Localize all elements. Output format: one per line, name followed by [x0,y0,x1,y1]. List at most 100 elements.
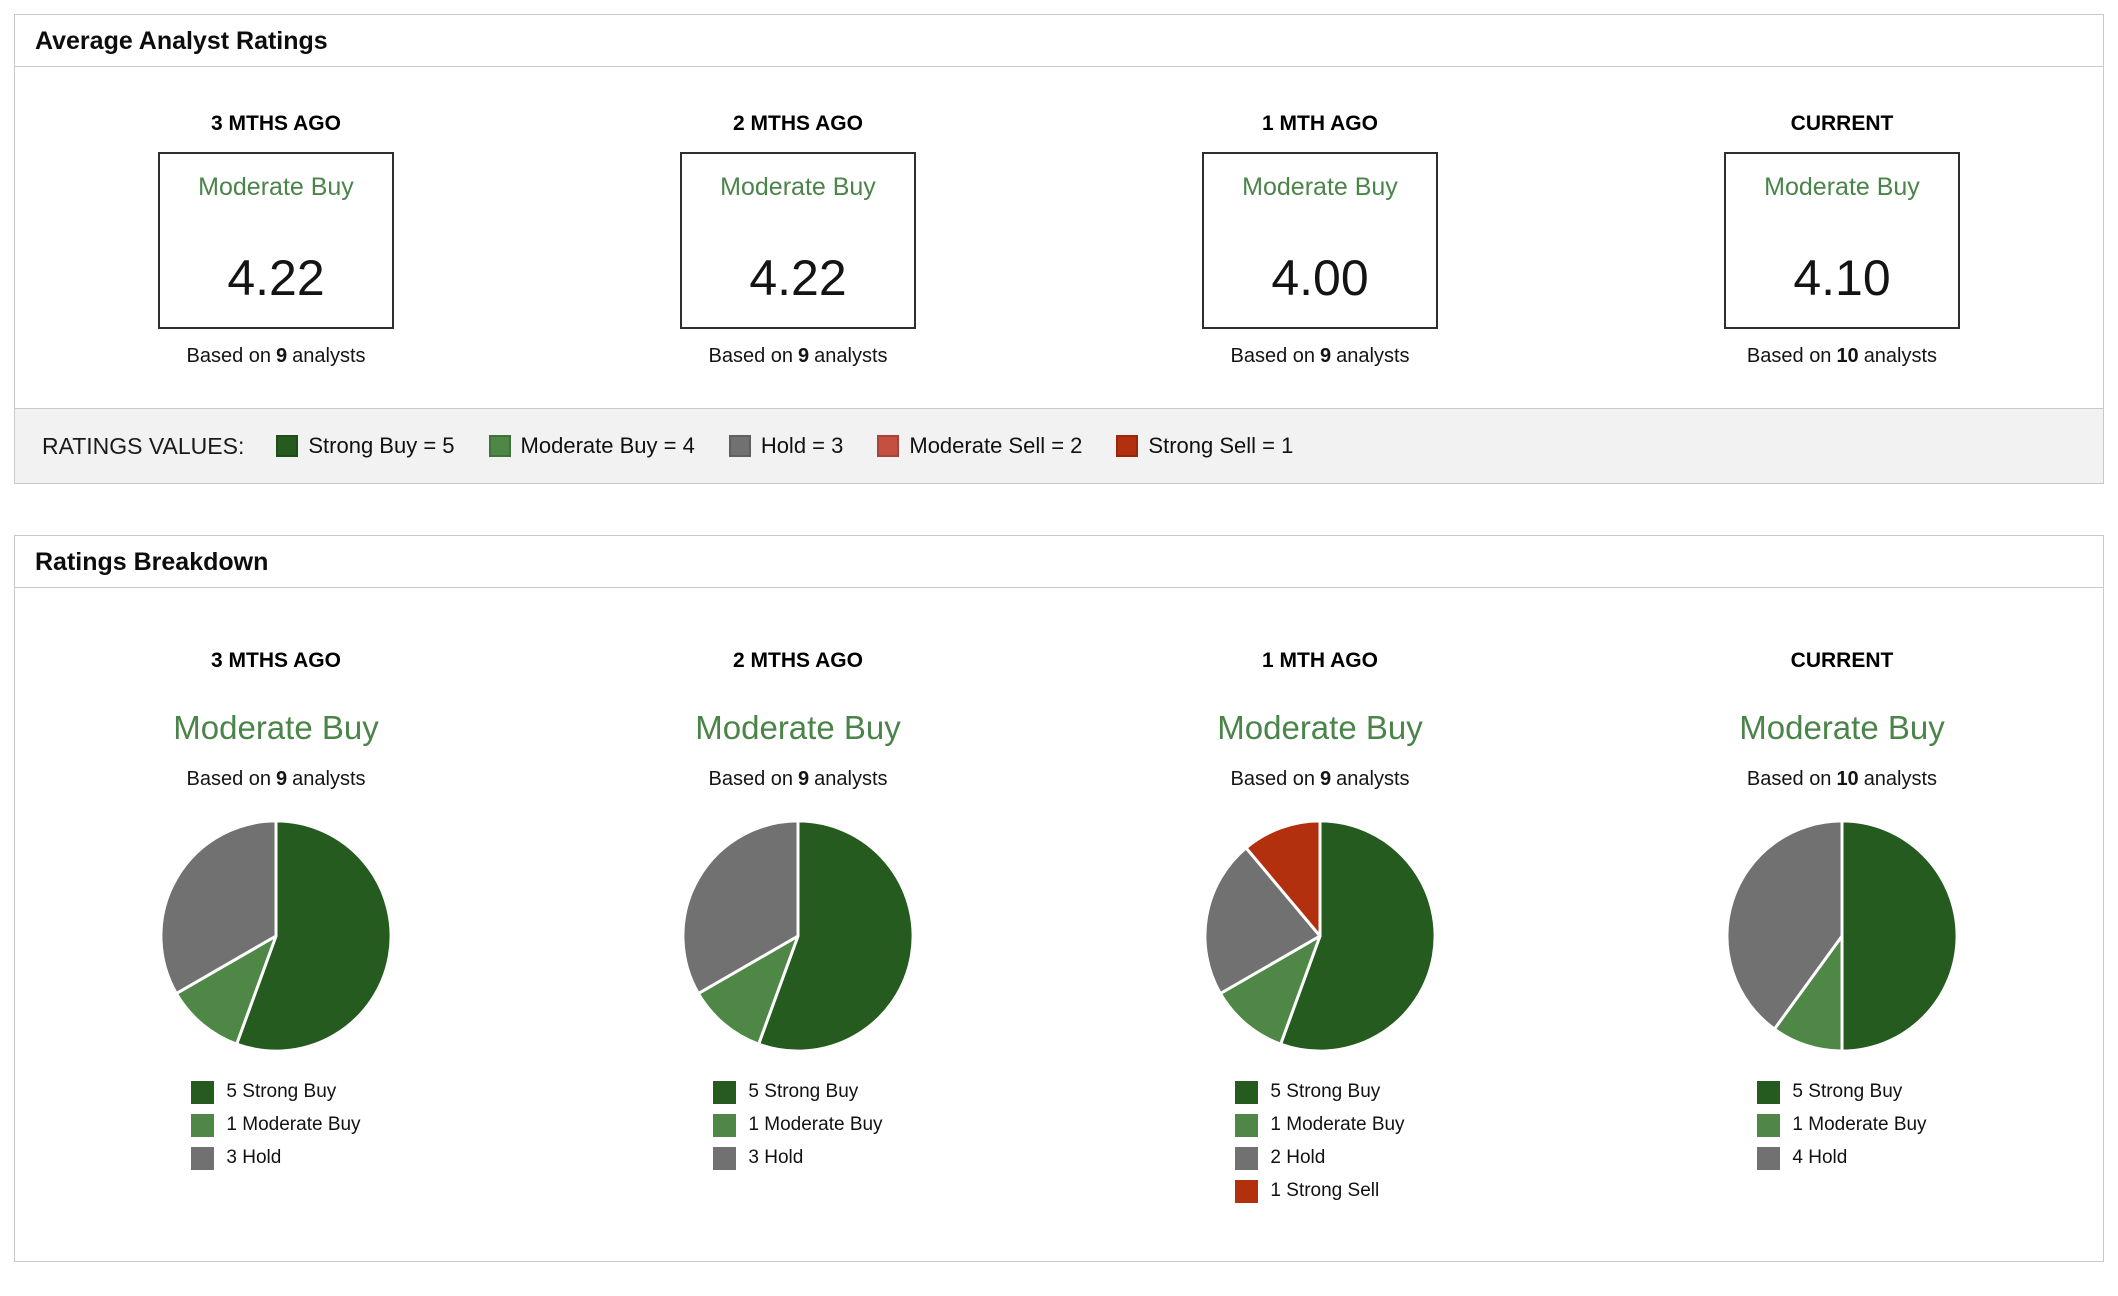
pie-chart [1202,818,1438,1054]
pie-chart-svg [159,819,393,1053]
pie-legend-label: 1 Moderate Buy [748,1114,883,1136]
legend-swatch-icon [713,1114,737,1138]
legend-swatch-icon [191,1081,215,1105]
pie-legend-item: 5 Strong Buy [1757,1081,1903,1105]
pie-legend-item: 1 Moderate Buy [191,1114,361,1138]
pie-legend-label: 2 Hold [1270,1147,1326,1169]
period-label: 3 MTHS AGO [211,649,341,673]
pie-legend-label: 1 Moderate Buy [226,1114,361,1136]
legend-swatch-icon [1116,435,1139,458]
ratings-values-items: Strong Buy = 5 Moderate Buy = 4 Hold = 3 Mo… [276,433,1293,459]
pie-legend-label: 1 Moderate Buy [1792,1114,1927,1136]
based-on-analysts: Based on 10 analysts [1746,345,1938,368]
rating-box: Moderate Buy 4.22 [158,152,394,330]
period-label: 1 MTH AGO [1262,649,1378,673]
breakdown-column-current: CURRENT Moderate Buy Based on 10 analysts … [1581,648,2103,1203]
consensus-rating: Moderate Buy [695,709,901,747]
ratings-value-label: Strong Sell = 1 [1148,433,1294,459]
rating-box: Moderate Buy 4.00 [1202,152,1438,330]
consensus-rating: Moderate Buy [198,173,354,202]
avg-column-3mths-ago: 3 MTHS AGO Moderate Buy 4.22 Based on 9 an… [15,111,537,368]
rating-box: Moderate Buy 4.22 [680,152,916,330]
legend-swatch-icon [877,435,900,458]
pie-chart [680,818,916,1054]
pie-legend-item: 3 Hold [191,1147,281,1171]
ratings-value-label: Moderate Sell = 2 [909,433,1083,459]
pie-legend-item: 1 Moderate Buy [713,1114,883,1138]
consensus-rating: Moderate Buy [1739,709,1945,747]
breakdown-column-2mths-ago: 2 MTHS AGO Moderate Buy Based on 9 analyst… [537,648,1059,1203]
analyst-count: 9 [276,345,288,368]
period-label: CURRENT [1790,649,1894,673]
based-on-analysts: Based on 9 analysts [1230,768,1410,791]
pie-chart-svg [681,819,915,1053]
analyst-count: 9 [1320,345,1332,368]
ratings-value-label: Hold = 3 [760,433,844,459]
based-on-analysts: Based on 9 analysts [1230,345,1410,368]
consensus-rating: Moderate Buy [1217,709,1423,747]
analyst-count: 9 [798,345,810,368]
pie-legend-label: 5 Strong Buy [1792,1081,1903,1103]
pie-legend-label: 5 Strong Buy [226,1081,337,1103]
pie-legend-item: 3 Hold [713,1147,803,1171]
consensus-rating: Moderate Buy [720,173,876,202]
pie-legend-label: 5 Strong Buy [748,1081,859,1103]
pie-chart-svg [1203,819,1437,1053]
legend-swatch-icon [1235,1147,1259,1171]
pie-legend-item: 1 Moderate Buy [1235,1114,1405,1138]
based-on-analysts: Based on 10 analysts [1746,768,1938,791]
legend-swatch-icon [1235,1114,1259,1138]
rating-box: Moderate Buy 4.10 [1724,152,1960,330]
consensus-rating: Moderate Buy [1764,173,1920,202]
period-label: 1 MTH AGO [1262,112,1378,135]
pie-chart [1724,818,1960,1054]
pie-legend-item: 1 Moderate Buy [1757,1114,1927,1138]
ratings-breakdown-panel: Ratings Breakdown 3 MTHS AGO Moderate Bu… [14,535,2104,1263]
rating-value: 4.10 [1793,250,1891,307]
pie-legend: 5 Strong Buy 1 Moderate Buy 3 Hold [713,1081,883,1171]
ratings-value-item: Moderate Buy = 4 [488,433,695,459]
rating-value: 4.22 [749,250,847,307]
avg-column-current: CURRENT Moderate Buy 4.10 Based on 10 anal… [1581,111,2103,368]
legend-swatch-icon [1235,1081,1259,1105]
legend-swatch-icon [276,435,299,458]
legend-swatch-icon [191,1114,215,1138]
pie-legend-item: 1 Strong Sell [1235,1180,1380,1204]
analyst-count: 10 [1836,768,1859,791]
based-on-analysts: Based on 9 analysts [186,345,366,368]
breakdown-column-1mth-ago: 1 MTH AGO Moderate Buy Based on 9 analysts… [1059,648,1581,1204]
pie-legend-label: 1 Strong Sell [1270,1180,1380,1202]
ratings-value-item: Strong Buy = 5 [276,433,455,459]
pie-legend-item: 5 Strong Buy [713,1081,859,1105]
pie-slice [1840,819,1959,1053]
analyst-count: 10 [1836,345,1859,368]
ratings-value-item: Hold = 3 [728,433,844,459]
period-label: CURRENT [1790,112,1894,135]
pie-chart [158,818,394,1054]
ratings-values-legend: RATINGS VALUES: Strong Buy = 5 Moderate B… [15,408,2103,484]
analyst-count: 9 [1320,768,1332,791]
legend-swatch-icon [713,1147,737,1171]
average-analyst-ratings-panel: Average Analyst Ratings 3 MTHS AGO Moder… [14,14,2104,485]
ratings-value-item: Moderate Sell = 2 [877,433,1082,459]
analyst-count: 9 [276,768,288,791]
period-label: 3 MTHS AGO [211,112,341,135]
ratings-values-label: RATINGS VALUES: [42,432,245,459]
based-on-analysts: Based on 9 analysts [186,768,366,791]
panel-title: Average Analyst Ratings [15,15,2103,67]
legend-swatch-icon [728,435,751,458]
period-label: 2 MTHS AGO [733,649,863,673]
pie-chart-svg [1725,819,1959,1053]
pie-legend-item: 5 Strong Buy [191,1081,337,1105]
consensus-rating: Moderate Buy [1242,173,1398,202]
pie-legend-label: 1 Moderate Buy [1270,1114,1405,1136]
period-label: 2 MTHS AGO [733,112,863,135]
legend-swatch-icon [1235,1180,1259,1204]
legend-swatch-icon [191,1147,215,1171]
legend-swatch-icon [488,435,511,458]
pie-legend: 5 Strong Buy 1 Moderate Buy 4 Hold [1757,1081,1927,1171]
avg-column-2mths-ago: 2 MTHS AGO Moderate Buy 4.22 Based on 9 an… [537,111,1059,368]
legend-swatch-icon [1757,1081,1781,1105]
pie-legend-label: 4 Hold [1792,1147,1848,1169]
pie-legend: 5 Strong Buy 1 Moderate Buy 3 Hold [191,1081,361,1171]
